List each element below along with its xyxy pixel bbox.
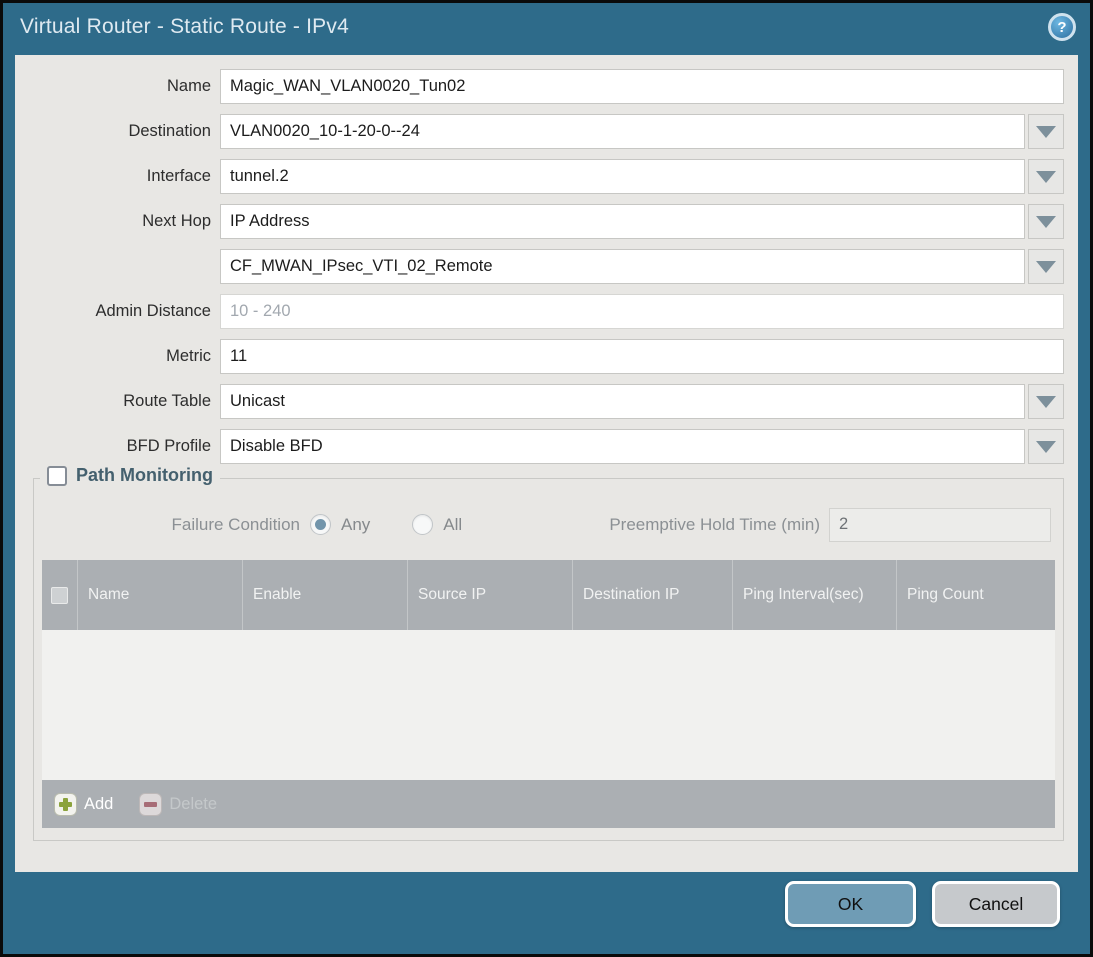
help-icon-glyph: ? (1057, 19, 1066, 36)
form-row-destination: Destination (15, 114, 1064, 149)
route-table-label: Route Table (15, 392, 220, 411)
chevron-down-icon (1036, 216, 1056, 228)
add-button-label: Add (84, 795, 113, 814)
minus-icon (139, 793, 162, 816)
form-row-next-hop-address (15, 249, 1064, 284)
dialog-title-bar: Virtual Router - Static Route - IPv4 ? (3, 3, 1090, 55)
form-row-bfd-profile: BFD Profile (15, 429, 1064, 464)
bfd-profile-dropdown-button[interactable] (1028, 429, 1064, 464)
failure-condition-label: Failure Condition (42, 515, 310, 535)
table-header-row: Name Enable Source IP Destination IP Pin… (42, 560, 1055, 630)
chevron-down-icon (1036, 126, 1056, 138)
preemptive-hold-time-label: Preemptive Hold Time (min) (609, 515, 829, 535)
path-monitoring-table: Name Enable Source IP Destination IP Pin… (42, 560, 1055, 828)
failure-condition-row: Failure Condition Any All Preemptive Hol… (42, 507, 1051, 542)
bfd-profile-input[interactable] (220, 429, 1025, 464)
form-row-route-table: Route Table (15, 384, 1064, 419)
ok-button[interactable]: OK (785, 881, 916, 927)
help-icon[interactable]: ? (1048, 13, 1076, 41)
chevron-down-icon (1036, 171, 1056, 183)
form-row-next-hop: Next Hop (15, 204, 1064, 239)
next-hop-address-dropdown-button[interactable] (1028, 249, 1064, 284)
select-all-checkbox[interactable] (51, 587, 68, 604)
chevron-down-icon (1036, 396, 1056, 408)
form-row-name: Name (15, 69, 1064, 104)
admin-distance-input[interactable] (220, 294, 1064, 329)
dialog-footer: OK Cancel (3, 872, 1090, 954)
next-hop-type-input[interactable] (220, 204, 1025, 239)
path-monitoring-checkbox[interactable] (47, 466, 67, 486)
table-body-empty (42, 630, 1055, 780)
form-row-interface: Interface (15, 159, 1064, 194)
name-input[interactable] (220, 69, 1064, 104)
cancel-button[interactable]: Cancel (932, 881, 1060, 927)
metric-label: Metric (15, 347, 220, 366)
add-button[interactable]: Add (54, 793, 113, 816)
failure-condition-any-label: Any (341, 515, 370, 535)
dialog-title: Virtual Router - Static Route - IPv4 (20, 15, 349, 39)
route-table-input[interactable] (220, 384, 1025, 419)
dialog-content: Name Destination Interface (15, 55, 1078, 872)
path-monitoring-legend: Path Monitoring (40, 465, 220, 486)
column-header-ping-interval: Ping Interval(sec) (732, 560, 896, 630)
radio-unselected-icon (412, 514, 433, 535)
static-route-dialog: Virtual Router - Static Route - IPv4 ? N… (0, 0, 1093, 957)
table-footer-bar: Add Delete (42, 780, 1055, 828)
delete-button-label: Delete (169, 795, 217, 814)
chevron-down-icon (1036, 441, 1056, 453)
path-monitoring-section: Path Monitoring Failure Condition Any Al… (33, 478, 1064, 841)
delete-button[interactable]: Delete (139, 793, 217, 816)
preemptive-hold-time-input[interactable] (829, 508, 1051, 542)
next-hop-address-input[interactable] (220, 249, 1025, 284)
metric-input[interactable] (220, 339, 1064, 374)
interface-dropdown-button[interactable] (1028, 159, 1064, 194)
bfd-profile-label: BFD Profile (15, 437, 220, 456)
column-header-name: Name (77, 560, 242, 630)
destination-input[interactable] (220, 114, 1025, 149)
interface-label: Interface (15, 167, 220, 186)
form-row-metric: Metric (15, 339, 1064, 374)
column-header-enable: Enable (242, 560, 407, 630)
chevron-down-icon (1036, 261, 1056, 273)
next-hop-label: Next Hop (15, 212, 220, 231)
table-header-checkbox-cell (42, 560, 77, 630)
column-header-destination-ip: Destination IP (572, 560, 732, 630)
destination-label: Destination (15, 122, 220, 141)
next-hop-type-dropdown-button[interactable] (1028, 204, 1064, 239)
path-monitoring-title: Path Monitoring (76, 465, 213, 486)
interface-input[interactable] (220, 159, 1025, 194)
column-header-ping-count: Ping Count (896, 560, 1055, 630)
destination-dropdown-button[interactable] (1028, 114, 1064, 149)
name-label: Name (15, 77, 220, 96)
form-row-admin-distance: Admin Distance (15, 294, 1064, 329)
failure-condition-all-option[interactable]: All (412, 514, 462, 535)
plus-icon (54, 793, 77, 816)
failure-condition-any-option[interactable]: Any (310, 514, 370, 535)
admin-distance-label: Admin Distance (15, 302, 220, 321)
radio-selected-icon (310, 514, 331, 535)
route-table-dropdown-button[interactable] (1028, 384, 1064, 419)
failure-condition-all-label: All (443, 515, 462, 535)
column-header-source-ip: Source IP (407, 560, 572, 630)
